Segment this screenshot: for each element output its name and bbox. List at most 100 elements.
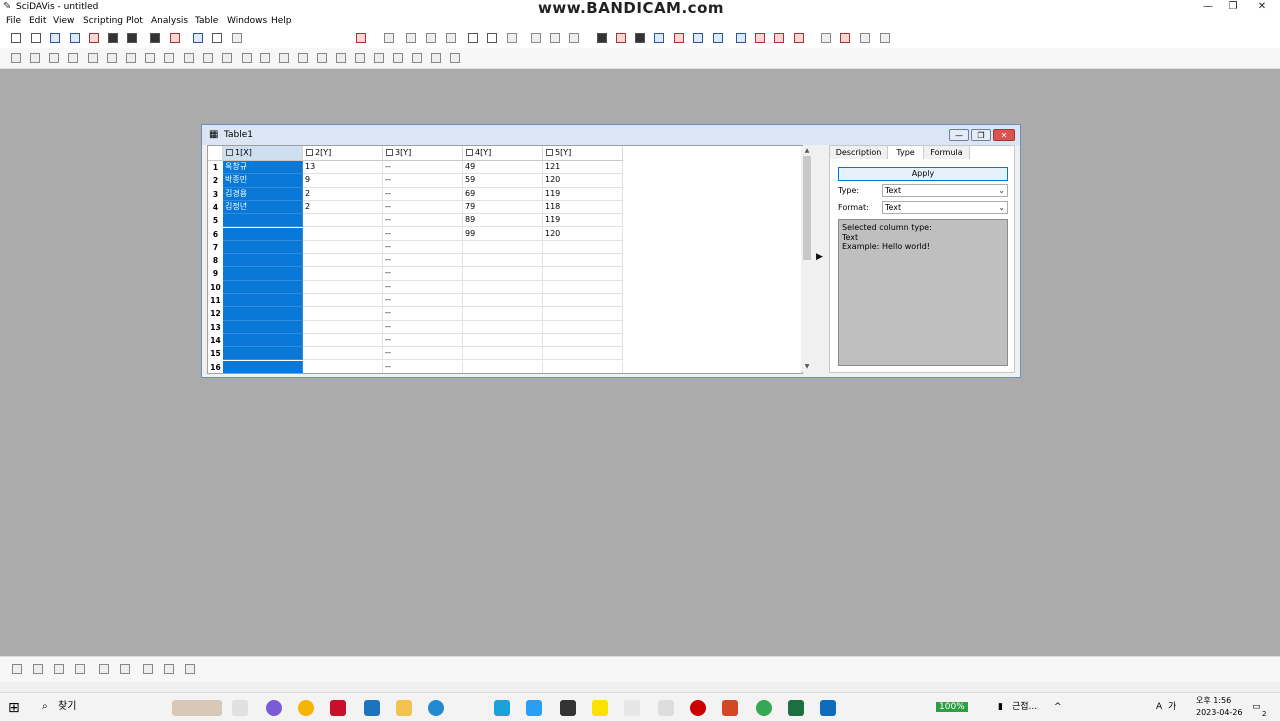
ribbon-icon[interactable]	[118, 662, 132, 676]
table-cell[interactable]	[303, 214, 383, 228]
box-grid-icon[interactable]	[124, 51, 138, 65]
wall-grid-icon[interactable]	[143, 51, 157, 65]
row-header[interactable]: 14	[208, 334, 223, 347]
menu-view[interactable]: View	[53, 15, 74, 27]
table-cell[interactable]	[223, 333, 303, 348]
new-table-icon[interactable]	[29, 31, 43, 45]
screen-reader-icon[interactable]	[548, 31, 562, 45]
animate-icon[interactable]	[448, 51, 462, 65]
mail-icon[interactable]	[364, 700, 380, 716]
table-cell[interactable]	[463, 294, 543, 308]
column-header-1[interactable]: 1[X]	[223, 146, 303, 161]
mesh-icon[interactable]	[86, 51, 100, 65]
table-cell[interactable]: 119	[543, 187, 623, 201]
table-cell[interactable]	[223, 267, 303, 281]
bars-3d-icon[interactable]	[28, 51, 42, 65]
taskbar-app-icon[interactable]	[298, 700, 314, 716]
tab-description[interactable]: Description	[830, 146, 888, 159]
project-explorer-icon[interactable]	[191, 31, 205, 45]
powerpoint-icon[interactable]	[722, 700, 738, 716]
chrome-icon[interactable]	[756, 700, 772, 716]
table-cell[interactable]	[303, 227, 383, 241]
scrollbar-thumb[interactable]	[803, 156, 811, 260]
menu-plot[interactable]: Plot	[126, 15, 143, 27]
table-cell[interactable]	[223, 214, 303, 228]
table-cell[interactable]: --	[383, 240, 463, 255]
table-cell[interactable]: --	[383, 320, 463, 334]
table-cell[interactable]	[303, 267, 383, 281]
table-cell[interactable]	[463, 240, 543, 255]
table-cell[interactable]	[223, 280, 303, 294]
3d-plot-icon[interactable]	[734, 31, 748, 45]
table-cell[interactable]: --	[383, 280, 463, 294]
excel-icon[interactable]	[788, 700, 804, 716]
table-cell[interactable]	[223, 254, 303, 268]
table-cell[interactable]: --	[383, 227, 463, 241]
fit-window-icon[interactable]	[819, 31, 833, 45]
fog-icon[interactable]	[240, 51, 254, 65]
table-cell[interactable]	[303, 254, 383, 268]
table-cell[interactable]	[303, 294, 383, 308]
table-cell[interactable]: --	[383, 333, 463, 348]
open-template-icon[interactable]	[68, 31, 82, 45]
clock-date[interactable]: 2023-04-26	[1196, 708, 1243, 718]
open-project-icon[interactable]	[48, 31, 62, 45]
grid-corner[interactable]	[208, 146, 223, 161]
table-cell[interactable]	[223, 240, 303, 255]
cones-icon[interactable]	[296, 51, 310, 65]
format-select[interactable]: Text ⌄	[882, 201, 1008, 214]
table-restore-button[interactable]: ❐	[971, 129, 991, 141]
floor-empty-icon[interactable]	[429, 51, 443, 65]
menu-help[interactable]: Help	[271, 15, 292, 27]
table-cell[interactable]	[303, 307, 383, 321]
table-cell[interactable]	[223, 307, 303, 321]
table-cell[interactable]: 13	[303, 161, 383, 175]
row-header[interactable]: 9	[208, 267, 223, 280]
weather-icon[interactable]: ▮	[998, 702, 1003, 712]
matrix-icon[interactable]	[691, 31, 705, 45]
table-cell[interactable]	[543, 267, 623, 281]
table-cell[interactable]: 박종민	[223, 174, 303, 188]
scidavis-taskbar-icon[interactable]	[624, 700, 640, 716]
column-header-2[interactable]: 2[Y]	[303, 146, 383, 161]
tray-label[interactable]: 근접...	[1012, 702, 1037, 712]
table-cell[interactable]: 49	[463, 161, 543, 175]
kakaotalk-icon[interactable]	[592, 700, 608, 716]
table-cell[interactable]	[223, 227, 303, 241]
column-header-4[interactable]: 4[Y]	[463, 146, 543, 161]
draw-line-icon[interactable]	[595, 31, 609, 45]
table-cell[interactable]	[543, 320, 623, 334]
menu-windows[interactable]: Windows	[227, 15, 267, 27]
table-cell[interactable]	[463, 267, 543, 281]
table-cell[interactable]	[303, 360, 383, 373]
table-cell[interactable]	[303, 280, 383, 294]
taskbar-app-icon[interactable]	[526, 700, 542, 716]
row-header[interactable]: 5	[208, 214, 223, 227]
taskbar-app-icon[interactable]	[266, 700, 282, 716]
move-points-icon[interactable]	[567, 31, 581, 45]
floor-data-icon[interactable]	[391, 51, 405, 65]
table-cell[interactable]	[303, 347, 383, 361]
column-header-3[interactable]: 3[Y]	[383, 146, 463, 161]
floor-grid-icon[interactable]	[162, 51, 176, 65]
table-cell[interactable]: 99	[463, 227, 543, 241]
table-cell[interactable]: --	[383, 174, 463, 188]
table-cell[interactable]	[303, 240, 383, 255]
taskbar-app-icon[interactable]	[820, 700, 836, 716]
import-ascii-icon[interactable]	[87, 31, 101, 45]
task-view-icon[interactable]	[232, 700, 248, 716]
row-header[interactable]: 4	[208, 201, 223, 214]
undo-icon[interactable]	[354, 31, 368, 45]
row-header[interactable]: 15	[208, 347, 223, 360]
table-cell[interactable]: 2	[303, 200, 383, 215]
table-cell[interactable]	[543, 240, 623, 255]
taskbar-app-icon[interactable]	[658, 700, 674, 716]
table-stats-icon[interactable]	[838, 31, 852, 45]
points-icon[interactable]	[258, 51, 272, 65]
table-cell[interactable]: 120	[543, 174, 623, 188]
wireframe-icon[interactable]	[315, 51, 329, 65]
scroll-down-icon[interactable]: ▼	[801, 362, 813, 372]
zoom-out-icon[interactable]	[485, 31, 499, 45]
table-cell[interactable]: --	[383, 360, 463, 373]
data-reader-icon[interactable]	[529, 31, 543, 45]
